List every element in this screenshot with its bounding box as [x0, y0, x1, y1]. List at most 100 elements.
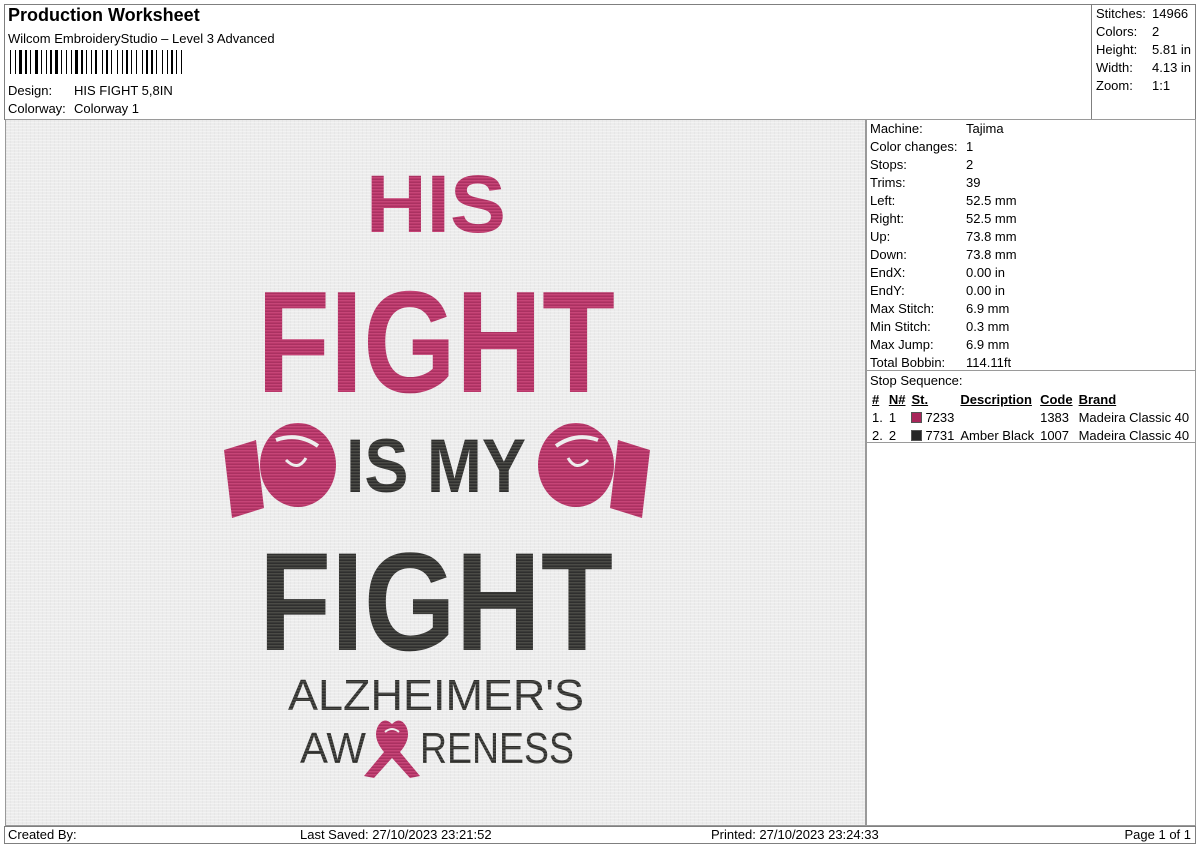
design-text-is-my: IS MY [346, 424, 526, 509]
property-row: Down: 73.8 mm [870, 247, 1017, 262]
property-value: 73.8 mm [966, 229, 1017, 244]
property-value: 0.3 mm [966, 319, 1010, 334]
property-value: 73.8 mm [966, 247, 1017, 262]
col-n: N# [888, 391, 906, 407]
design-text-fight-dark: FIGHT [259, 523, 613, 680]
property-row: Color changes: 1 [870, 139, 973, 154]
stop-sequence-table: # N# St. Description Code Brand 1. 1 723… [869, 390, 1192, 444]
col-code: Code [1040, 391, 1073, 407]
property-row: Max Stitch: 6.9 mm [870, 301, 1009, 316]
row-code: 1383 [1040, 409, 1070, 425]
width-value: 4.13 in [1152, 60, 1192, 75]
property-label: Down: [870, 247, 907, 262]
property-row: Min Stitch: 0.3 mm [870, 319, 1009, 334]
height-label: Height: [1096, 42, 1138, 57]
colorway-row: Colorway: Colorway 1 [8, 101, 139, 116]
zoom-label: Zoom: [1096, 78, 1133, 93]
design-label: Design: [8, 83, 53, 98]
property-value: Tajima [966, 121, 1004, 136]
embroidery-design: HIS FIGHT IS MY FIGHT ALZHEIMER'S AW REN… [224, 159, 650, 778]
design-text-reness: RENESS [420, 724, 574, 773]
divider [867, 442, 1195, 443]
zoom-value: 1:1 [1152, 78, 1171, 93]
design-text-fight-pink: FIGHT [257, 261, 615, 423]
height-row: Height: 5.81 in [1096, 42, 1191, 57]
property-label: EndY: [870, 283, 905, 298]
left-boxing-glove-icon [224, 423, 336, 518]
design-text-aw: AW [300, 724, 366, 773]
colors-value: 2 [1152, 24, 1160, 39]
property-label: Left: [870, 193, 896, 208]
property-row: EndY: 0.00 in [870, 283, 1005, 298]
width-row: Width: 4.13 in [1096, 60, 1191, 75]
stop-sequence-header: # N# St. Description Code Brand [869, 390, 1192, 408]
property-row: Max Jump: 6.9 mm [870, 337, 1009, 352]
property-value: 52.5 mm [966, 193, 1017, 208]
divider [867, 370, 1195, 371]
property-row: Machine: Tajima [870, 121, 1004, 136]
page-number: Page 1 of 1 [1124, 827, 1192, 842]
row-st-value: 7233 [925, 409, 955, 425]
last-saved: Last Saved: 27/10/2023 23:21:52 [300, 827, 492, 842]
property-row: Total Bobbin: 114.11ft [870, 355, 1011, 370]
property-value: 52.5 mm [966, 211, 1017, 226]
property-value: 0.00 in [966, 283, 1006, 298]
property-label: Right: [870, 211, 904, 226]
footer-bar: Created By: Last Saved: 27/10/2023 23:21… [4, 826, 1196, 844]
property-label: Total Bobbin: [870, 355, 946, 370]
property-row: Stops: 2 [870, 157, 973, 172]
property-label: Max Jump: [870, 337, 934, 352]
row-description [957, 408, 1037, 426]
property-label: Max Stitch: [870, 301, 935, 316]
property-label: Machine: [870, 121, 923, 136]
row-st-value: 7731 [925, 427, 955, 443]
property-value: 2 [966, 157, 974, 172]
property-label: EndX: [870, 265, 906, 280]
property-row: Trims: 39 [870, 175, 980, 190]
design-value: HIS FIGHT 5,8IN [74, 83, 173, 98]
properties-panel: Machine: Tajima Color changes: 1 Stops: 2 Trim… [866, 119, 1196, 826]
software-name: Wilcom EmbroideryStudio – Level 3 Advanc… [8, 31, 275, 46]
row-n: 1 [888, 409, 897, 425]
property-label: Trims: [870, 175, 906, 190]
design-row: Design: HIS FIGHT 5,8IN [8, 83, 173, 98]
design-text-alzheimers: ALZHEIMER'S [288, 671, 584, 720]
height-value: 5.81 in [1152, 42, 1192, 57]
property-label: Stops: [870, 157, 907, 172]
property-label: Up: [870, 229, 891, 244]
awareness-ribbon-icon [364, 720, 420, 778]
property-row: Left: 52.5 mm [870, 193, 1017, 208]
row-num: 1. [872, 409, 883, 425]
row-brand: Madeira Classic 40 [1078, 409, 1190, 425]
color-swatch [911, 411, 923, 423]
design-preview: HIS FIGHT IS MY FIGHT ALZHEIMER'S AW REN… [5, 119, 866, 826]
col-description: Description [960, 391, 1032, 407]
printed-date: Printed: 27/10/2023 23:24:33 [711, 827, 879, 842]
property-row: EndX: 0.00 in [870, 265, 1005, 280]
color-swatch [911, 429, 923, 441]
col-num: # [872, 391, 880, 407]
property-value: 39 [966, 175, 981, 190]
stop-sequence-title: Stop Sequence: [870, 373, 963, 388]
colors-label: Colors: [1096, 24, 1138, 39]
colorway-value: Colorway 1 [74, 101, 140, 116]
col-st: St. [911, 391, 929, 407]
worksheet-title: Production Worksheet [8, 5, 200, 25]
row-st: 7233 [908, 408, 957, 426]
stitches-label: Stitches: [1096, 6, 1146, 21]
zoom-row: Zoom: 1:1 [1096, 78, 1170, 93]
colorway-label: Colorway: [8, 101, 66, 116]
property-value: 114.11ft [966, 355, 1012, 370]
table-row: 1. 1 7233 1383 Madeira Classic 40 [869, 408, 1192, 426]
stitches-row: Stitches: 14966 [1096, 6, 1188, 21]
property-label: Min Stitch: [870, 319, 931, 334]
property-value: 6.9 mm [966, 301, 1010, 316]
property-label: Color changes: [870, 139, 958, 154]
right-boxing-glove-icon [538, 423, 650, 518]
property-row: Up: 73.8 mm [870, 229, 1017, 244]
col-brand: Brand [1078, 391, 1117, 407]
property-value: 0.00 in [966, 265, 1006, 280]
stitches-value: 14966 [1152, 6, 1189, 21]
colors-row: Colors: 2 [1096, 24, 1159, 39]
created-by: Created By: [8, 827, 77, 842]
